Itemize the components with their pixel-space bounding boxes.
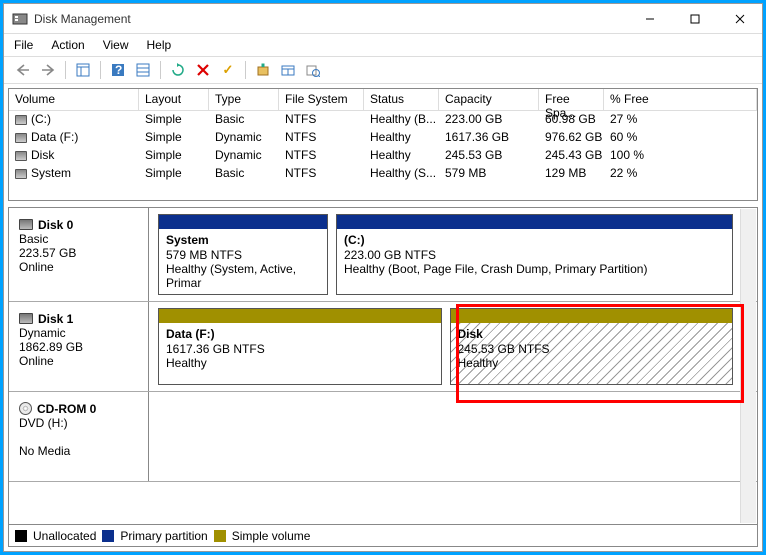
volume-list[interactable]: Volume Layout Type File System Status Ca…: [8, 88, 758, 201]
partition-cap: [451, 309, 733, 323]
volume-row[interactable]: Disk SimpleDynamicNTFS Healthy245.53 GB2…: [9, 147, 757, 165]
partition-body: System579 MB NTFSHealthy (System, Active…: [159, 229, 327, 294]
volume-row[interactable]: (C:) SimpleBasicNTFS Healthy (B...223.00…: [9, 111, 757, 129]
col-layout[interactable]: Layout: [139, 89, 209, 111]
toolbar-divider: [65, 61, 66, 79]
menubar: File Action View Help: [4, 34, 762, 56]
col-free[interactable]: Free Spa...: [539, 89, 604, 111]
col-pfree[interactable]: % Free: [604, 89, 757, 111]
partition[interactable]: Disk245.53 GB NTFSHealthy: [450, 308, 734, 385]
legend-swatch-unallocated: [15, 530, 27, 542]
toolbar-divider: [160, 61, 161, 79]
disk-info[interactable]: Disk 1Dynamic1862.89 GBOnline: [9, 302, 149, 391]
legend-swatch-simple: [214, 530, 226, 542]
col-capacity[interactable]: Capacity: [439, 89, 539, 111]
partition-cap: [159, 215, 327, 229]
col-type[interactable]: Type: [209, 89, 279, 111]
disk-row: Disk 0Basic223.57 GBOnline System579 MB …: [9, 208, 757, 302]
partition-area: System579 MB NTFSHealthy (System, Active…: [149, 208, 757, 301]
disk-icon: [19, 313, 33, 324]
partition-body: Data (F:)1617.36 GB NTFSHealthy: [159, 323, 441, 384]
col-volume[interactable]: Volume: [9, 89, 139, 111]
tool-icon-b[interactable]: [277, 59, 299, 81]
window-title: Disk Management: [34, 12, 627, 26]
disk-info[interactable]: CD-ROM 0DVD (H:)No Media: [9, 392, 149, 481]
disk-row: Disk 1Dynamic1862.89 GBOnline Data (F:)1…: [9, 302, 757, 392]
disk-row: CD-ROM 0DVD (H:)No Media: [9, 392, 757, 482]
menu-view[interactable]: View: [103, 38, 129, 52]
disk-management-window: Disk Management File Action View Help ? …: [3, 3, 763, 552]
menu-help[interactable]: Help: [147, 38, 172, 52]
partition-area: Data (F:)1617.36 GB NTFSHealthy Disk245.…: [149, 302, 757, 391]
col-status[interactable]: Status: [364, 89, 439, 111]
volume-row[interactable]: Data (F:) SimpleDynamicNTFS Healthy1617.…: [9, 129, 757, 147]
disk-icon: [19, 219, 33, 230]
disk-icon: [15, 115, 27, 125]
toolbar-divider: [100, 61, 101, 79]
view-icon[interactable]: [132, 59, 154, 81]
refresh-icon[interactable]: [167, 59, 189, 81]
legend-label: Unallocated: [33, 529, 96, 543]
toolbar-divider: [245, 61, 246, 79]
delete-icon[interactable]: [192, 59, 214, 81]
vertical-scrollbar[interactable]: [740, 209, 756, 523]
partition-cap: [337, 215, 732, 229]
back-button[interactable]: [12, 59, 34, 81]
partition-cap: [159, 309, 441, 323]
show-hide-icon[interactable]: [72, 59, 94, 81]
tool-icon-c[interactable]: [302, 59, 324, 81]
help-icon[interactable]: ?: [107, 59, 129, 81]
partition[interactable]: System579 MB NTFSHealthy (System, Active…: [158, 214, 328, 295]
minimize-button[interactable]: [627, 4, 672, 33]
partition-body: Disk245.53 GB NTFSHealthy: [451, 323, 733, 384]
volume-row[interactable]: System SimpleBasicNTFS Healthy (S...579 …: [9, 165, 757, 183]
content-area: Volume Layout Type File System Status Ca…: [4, 84, 762, 551]
disk-icon: [15, 169, 27, 179]
legend-label: Primary partition: [120, 529, 207, 543]
tool-icon-a[interactable]: [252, 59, 274, 81]
cdrom-icon: [19, 402, 32, 415]
menu-file[interactable]: File: [14, 38, 33, 52]
close-button[interactable]: [717, 4, 762, 33]
svg-text:?: ?: [115, 63, 122, 77]
partition[interactable]: Data (F:)1617.36 GB NTFSHealthy: [158, 308, 442, 385]
maximize-button[interactable]: [672, 4, 717, 33]
disk-info[interactable]: Disk 0Basic223.57 GBOnline: [9, 208, 149, 301]
titlebar[interactable]: Disk Management: [4, 4, 762, 34]
menu-action[interactable]: Action: [51, 38, 84, 52]
disk-icon: [15, 133, 27, 143]
forward-button[interactable]: [37, 59, 59, 81]
legend: Unallocated Primary partition Simple vol…: [9, 524, 757, 546]
legend-label: Simple volume: [232, 529, 311, 543]
disk-icon: [15, 151, 27, 161]
disk-graphical-view: Disk 0Basic223.57 GBOnline System579 MB …: [8, 207, 758, 547]
col-filesystem[interactable]: File System: [279, 89, 364, 111]
partition-area: [149, 392, 757, 481]
toolbar: ? ✓: [4, 56, 762, 84]
app-icon: [12, 11, 28, 27]
list-header: Volume Layout Type File System Status Ca…: [9, 89, 757, 111]
check-icon[interactable]: ✓: [217, 59, 239, 81]
partition-body: (C:)223.00 GB NTFSHealthy (Boot, Page Fi…: [337, 229, 732, 294]
partition[interactable]: (C:)223.00 GB NTFSHealthy (Boot, Page Fi…: [336, 214, 733, 295]
legend-swatch-primary: [102, 530, 114, 542]
